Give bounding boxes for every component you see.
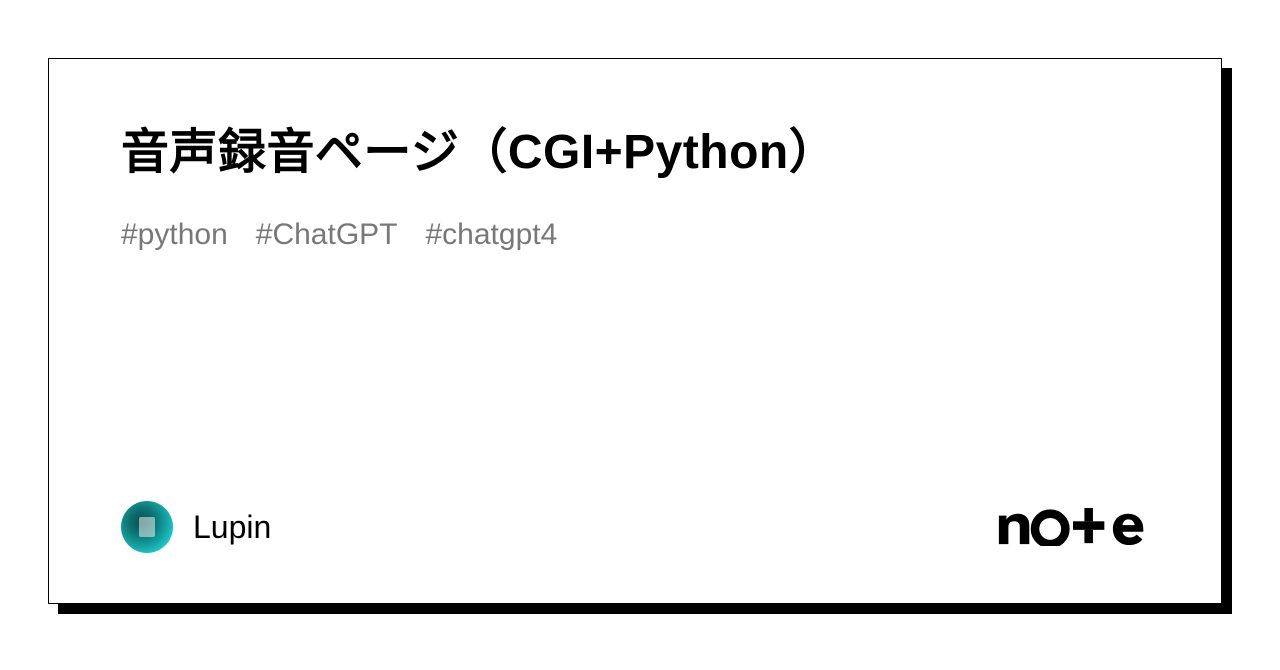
author-avatar [121,501,173,553]
card-footer: Lupin [121,501,1149,553]
tag-list: #python #ChatGPT #chatgpt4 [121,218,1149,252]
article-title: 音声録音ページ（CGI+Python） [121,119,1149,186]
brand-logo [997,508,1149,546]
author-info[interactable]: Lupin [121,501,271,553]
tag-item[interactable]: #python [121,218,228,252]
tag-item[interactable]: #chatgpt4 [426,218,558,252]
article-card: 音声録音ページ（CGI+Python） #python #ChatGPT #ch… [48,58,1222,604]
note-logo-icon [997,508,1149,546]
tag-item[interactable]: #ChatGPT [256,218,398,252]
author-name: Lupin [193,509,271,546]
